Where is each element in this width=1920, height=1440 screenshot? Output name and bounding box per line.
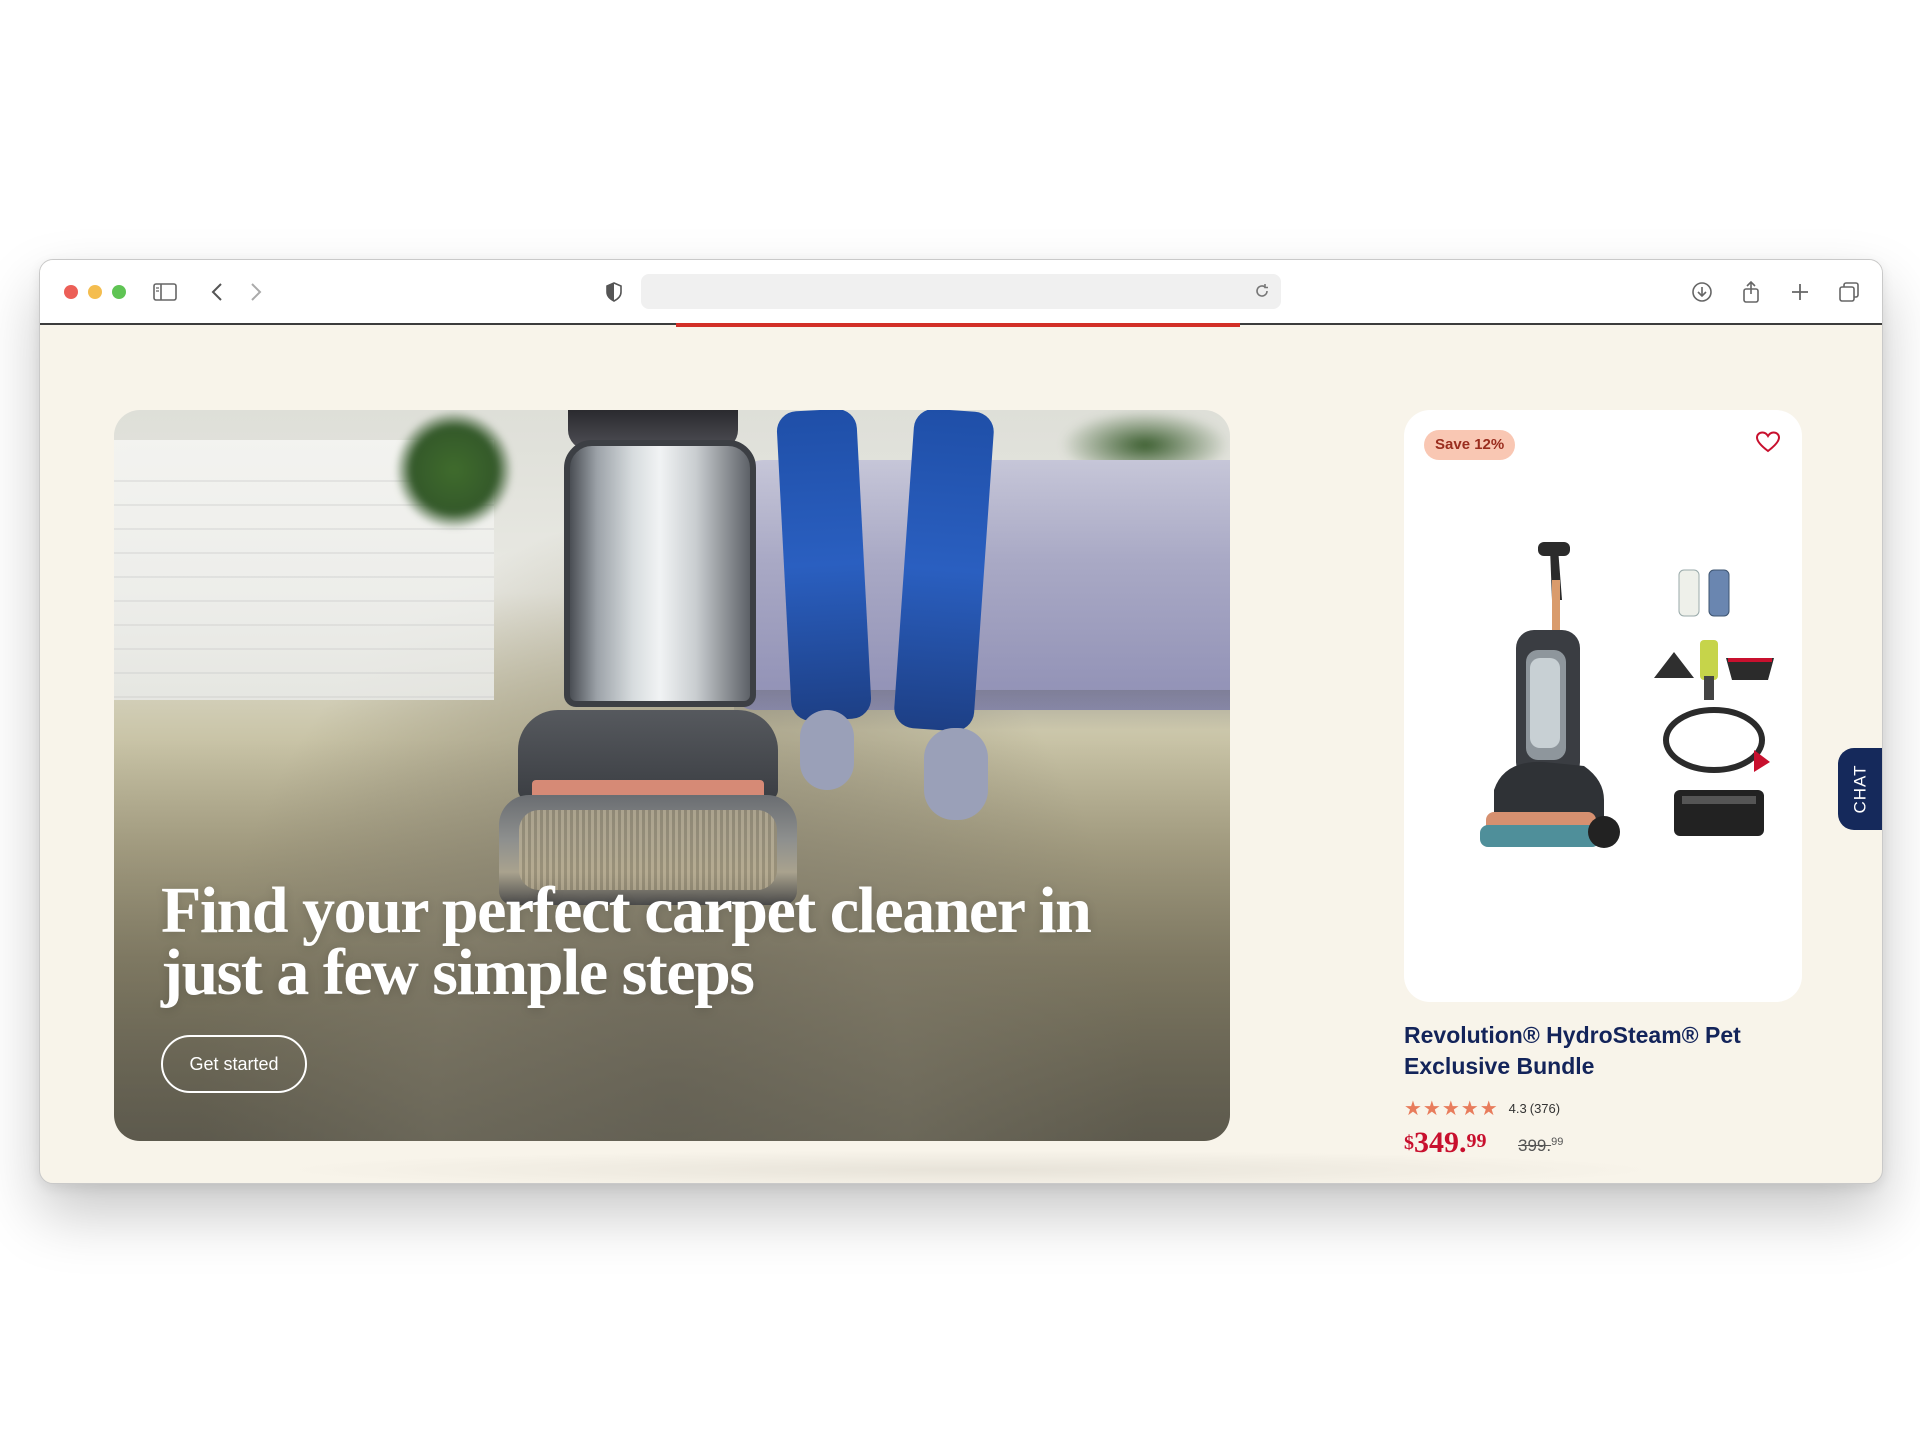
forward-icon[interactable] (242, 278, 270, 306)
page-load-progress (676, 323, 1240, 327)
tabs-overview-icon[interactable] (1835, 278, 1863, 306)
product-title[interactable]: Revolution® HydroSteam® Pet Exclusive Bu… (1404, 1020, 1824, 1082)
address-bar[interactable] (641, 274, 1281, 309)
review-count: (376) (1529, 1101, 1561, 1116)
product-card[interactable]: Save 12% (1404, 410, 1802, 1002)
hero-photo-plant (394, 410, 514, 530)
share-icon[interactable] (1737, 278, 1765, 306)
hero-banner: Find your perfect carpet cleaner in just… (114, 410, 1230, 1141)
download-icon[interactable] (1688, 278, 1716, 306)
browser-window: Find your perfect carpet cleaner in just… (39, 259, 1883, 1184)
rating-value: 4.3 (1508, 1101, 1527, 1116)
get-started-button[interactable]: Get started (161, 1035, 307, 1093)
reload-icon[interactable] (1249, 278, 1275, 304)
hero-photo-foot-right (924, 728, 988, 820)
chat-label: CHAT (1850, 764, 1870, 814)
rating-stars: ★★★★★ (1404, 1098, 1499, 1120)
hero-title: Find your perfect carpet cleaner in just… (161, 874, 1092, 1009)
save-badge: Save 12% (1424, 430, 1516, 460)
hero-photo-leg-left (775, 410, 873, 722)
back-icon[interactable] (203, 278, 231, 306)
hero-photo-vacuum-tank (564, 440, 756, 707)
product-image (1480, 542, 1774, 848)
original-price-cents: 99 (1551, 1136, 1564, 1148)
close-window-button[interactable] (64, 285, 78, 299)
sidebar-icon[interactable] (151, 278, 179, 306)
shield-icon[interactable] (600, 278, 628, 306)
browser-toolbar (40, 260, 1882, 325)
product-rating: ★★★★★ 4.3 (376) (1404, 1096, 1560, 1121)
price-cents: 99 (1466, 1130, 1487, 1152)
bottom-shadow (270, 1150, 1670, 1183)
minimize-window-button[interactable] (88, 285, 102, 299)
hero-photo-foot-left (800, 710, 854, 790)
chat-button[interactable]: CHAT (1838, 748, 1882, 830)
new-tab-icon[interactable] (1786, 278, 1814, 306)
maximize-window-button[interactable] (112, 285, 126, 299)
heart-icon[interactable] (1754, 428, 1782, 456)
